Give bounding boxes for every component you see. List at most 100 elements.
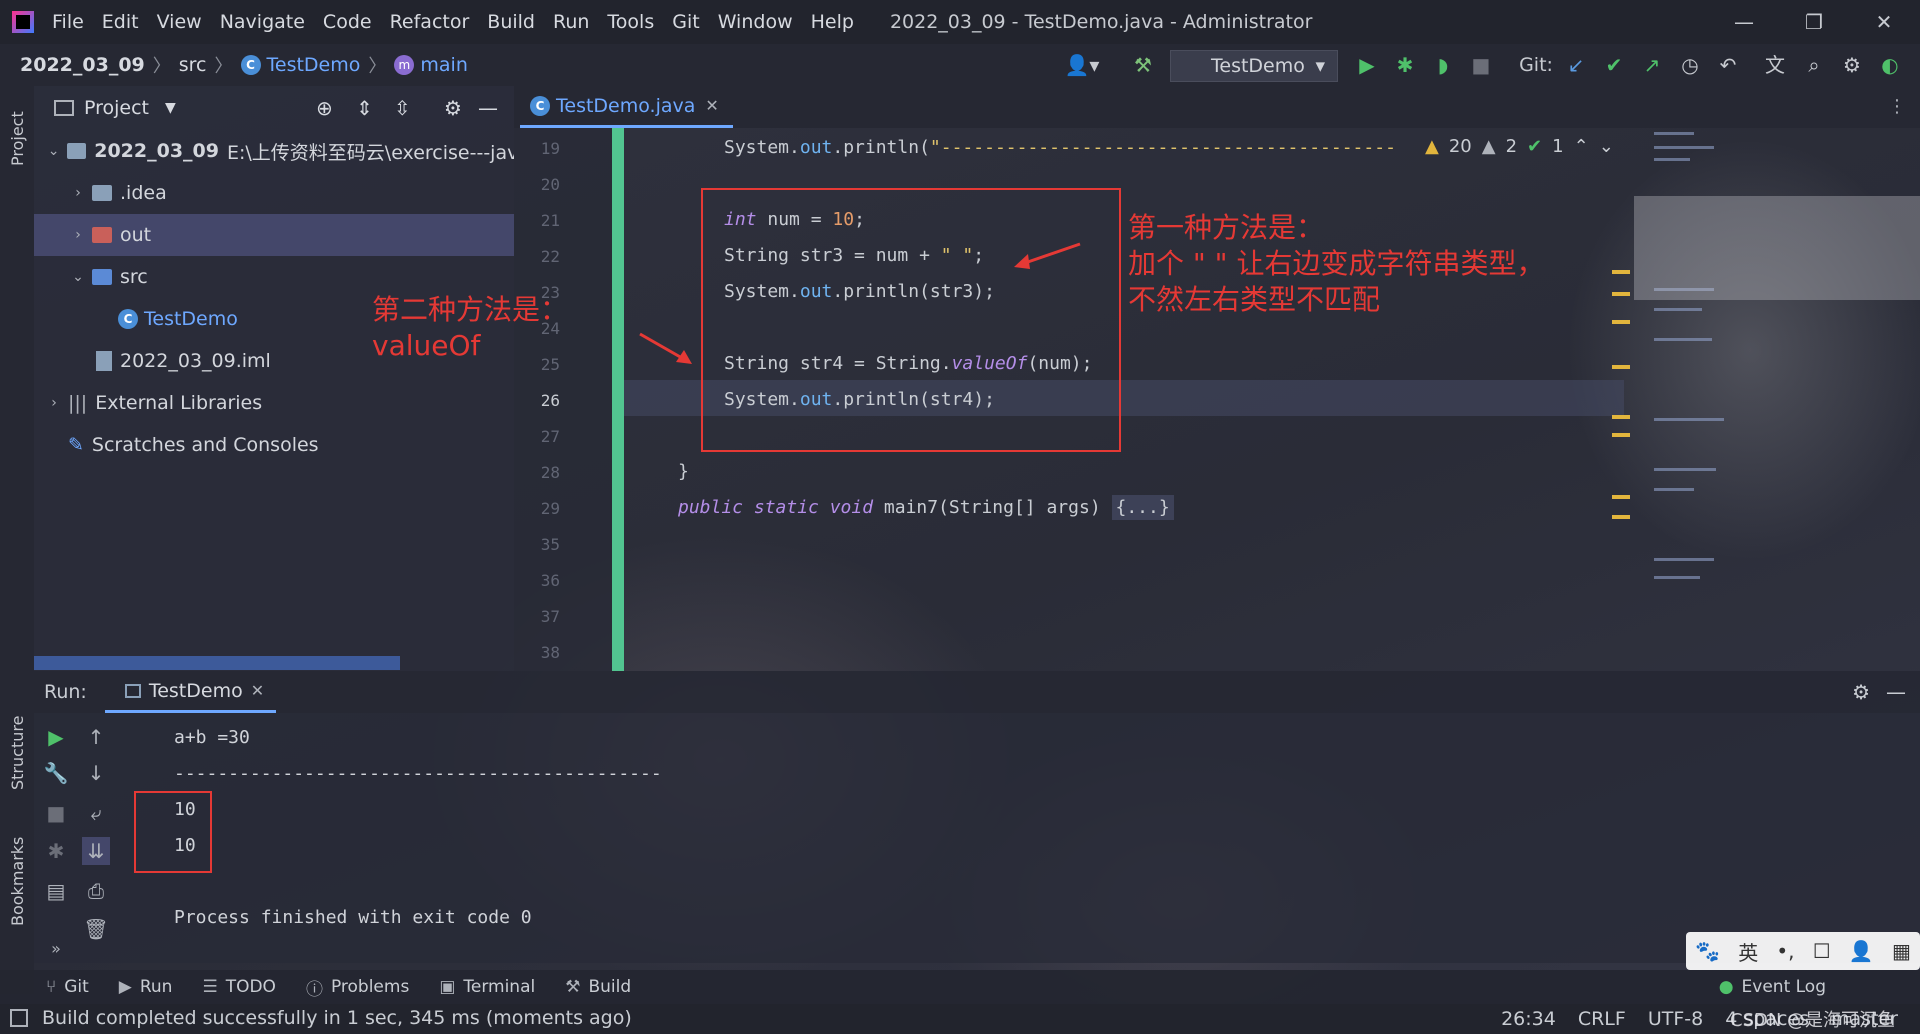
stop-icon[interactable]: ■: [1466, 50, 1496, 80]
more-options-icon[interactable]: ⋮: [1888, 96, 1906, 117]
warning-stripe-marker[interactable]: [1612, 415, 1630, 419]
bookmarks-tool-button[interactable]: Bookmarks: [8, 837, 27, 926]
menu-window[interactable]: Window: [718, 11, 793, 33]
locate-file-icon[interactable]: ⊕: [316, 96, 333, 120]
history-icon[interactable]: ◷: [1676, 50, 1704, 80]
breadcrumb-method[interactable]: main: [420, 54, 467, 76]
minimize-button[interactable]: —: [1730, 8, 1758, 36]
caret-position[interactable]: 26:34: [1501, 1008, 1556, 1030]
scroll-up-icon[interactable]: ↑: [82, 723, 110, 751]
warning-stripe-marker[interactable]: [1612, 270, 1630, 274]
tab-testdemo-java[interactable]: C TestDemo.java ✕: [520, 86, 733, 128]
menu-view[interactable]: View: [157, 11, 202, 33]
project-panel-title[interactable]: Project: [84, 97, 149, 119]
collapse-all-icon[interactable]: ⇳: [394, 96, 411, 120]
menu-edit[interactable]: Edit: [102, 11, 139, 33]
close-tab-icon[interactable]: ✕: [705, 96, 718, 115]
tree-item-external-libraries[interactable]: › ||| External Libraries: [34, 382, 514, 424]
hide-panel-icon[interactable]: —: [478, 96, 498, 120]
scroll-to-end-icon[interactable]: ⇊: [82, 837, 110, 865]
menu-refactor[interactable]: Refactor: [390, 11, 470, 33]
tool-todo[interactable]: ☰ TODO: [202, 977, 276, 997]
tool-build[interactable]: ⚒ Build: [565, 977, 631, 997]
translate-icon[interactable]: 文: [1760, 50, 1790, 80]
hide-run-panel-icon[interactable]: —: [1886, 680, 1906, 704]
tree-item-scratches[interactable]: ✎ Scratches and Consoles: [34, 424, 514, 466]
coverage-icon[interactable]: ◗: [1428, 50, 1458, 80]
code-line-19[interactable]: System.out.println("--------------------…: [724, 137, 1396, 158]
file-encoding[interactable]: UTF-8: [1648, 1008, 1703, 1030]
breadcrumb-class[interactable]: TestDemo: [267, 54, 361, 76]
close-tab-icon[interactable]: ✕: [251, 681, 264, 700]
warning-stripe-marker[interactable]: [1612, 365, 1630, 369]
previous-highlight-icon[interactable]: ⌃: [1574, 136, 1589, 157]
tool-problems[interactable]: ⓘ Problems: [306, 975, 409, 1000]
project-tool-button[interactable]: Project: [8, 111, 27, 166]
menu-help[interactable]: Help: [811, 11, 854, 33]
tree-item-idea[interactable]: › .idea: [34, 172, 514, 214]
next-highlight-icon[interactable]: ⌄: [1599, 136, 1614, 157]
warning-stripe-marker[interactable]: [1612, 320, 1630, 324]
tool-git[interactable]: ⑂ Git: [46, 977, 89, 997]
run-settings-gear-icon[interactable]: ⚙: [1852, 680, 1870, 704]
menu-file[interactable]: File: [52, 11, 84, 33]
layout-icon[interactable]: ▤: [42, 877, 70, 905]
run-tab-testdemo[interactable]: TestDemo ✕: [104, 671, 277, 713]
vcs-change-marker[interactable]: [612, 128, 624, 671]
user-icon[interactable]: 👤▾: [1064, 50, 1100, 80]
warning-stripe-marker[interactable]: [1612, 433, 1630, 437]
code-line-28[interactable]: }: [678, 461, 689, 482]
trash-icon[interactable]: 🗑: [82, 915, 110, 943]
status-panel-icon[interactable]: [10, 1009, 28, 1027]
soft-wrap-icon[interactable]: ⤶: [82, 799, 110, 827]
minimap-viewport[interactable]: [1634, 196, 1920, 300]
menu-code[interactable]: Code: [323, 11, 372, 33]
print-icon[interactable]: ⎙: [82, 877, 110, 905]
breadcrumb-src[interactable]: src: [179, 54, 207, 76]
rerun-icon[interactable]: ▶: [42, 723, 70, 751]
tool-terminal[interactable]: ▣ Terminal: [439, 977, 535, 997]
menu-tools[interactable]: Tools: [607, 11, 654, 33]
search-icon[interactable]: ⌕: [1800, 50, 1828, 80]
run-icon[interactable]: ▶: [1352, 50, 1382, 80]
tool-event-log[interactable]: ● Event Log: [1719, 977, 1826, 997]
rollback-icon[interactable]: ↶: [1714, 50, 1742, 80]
folded-code-region[interactable]: {...}: [1111, 495, 1174, 520]
project-horizontal-scrollbar[interactable]: [34, 656, 400, 670]
close-window-button[interactable]: ✕: [1870, 8, 1898, 36]
code-line-29[interactable]: public static void main7(String[] args) …: [678, 495, 1174, 520]
ime-logo-icon[interactable]: 🐾: [1695, 939, 1720, 963]
plugin-icon[interactable]: ◐: [1876, 50, 1904, 80]
wrench-icon[interactable]: 🔧: [42, 759, 70, 787]
scroll-down-icon[interactable]: ↓: [82, 759, 110, 787]
warning-stripe-marker[interactable]: [1612, 495, 1630, 499]
menu-navigate[interactable]: Navigate: [220, 11, 305, 33]
restore-button[interactable]: ❐: [1800, 8, 1828, 36]
tree-item-out[interactable]: › out: [34, 214, 514, 256]
tree-item-project-root[interactable]: ⌄ 2022_03_09 E:\上传资料至码云\exercise---java-…: [34, 130, 514, 172]
ime-user-icon[interactable]: 👤: [1849, 939, 1874, 963]
menu-build[interactable]: Build: [487, 11, 535, 33]
expand-all-icon[interactable]: ⇕: [356, 96, 373, 120]
line-separator[interactable]: CRLF: [1578, 1008, 1626, 1030]
ime-language-toggle[interactable]: 英: [1738, 937, 1758, 966]
ime-menu-icon[interactable]: ▦: [1892, 939, 1911, 963]
settings-gear-icon[interactable]: ⚙: [1838, 50, 1866, 80]
warning-stripe-marker[interactable]: [1612, 515, 1630, 519]
git-commit-icon[interactable]: ✔: [1600, 50, 1628, 80]
chevron-down-icon[interactable]: ▼: [165, 100, 176, 116]
debug-icon[interactable]: ✱: [42, 837, 70, 865]
inspection-widget[interactable]: ▲ 20 ▲ 2 ✔ 1 ⌃ ⌄: [1425, 136, 1614, 157]
panel-settings-gear-icon[interactable]: ⚙: [444, 96, 462, 120]
debug-icon[interactable]: ✱: [1390, 50, 1420, 80]
ime-keyboard-icon[interactable]: ☐: [1813, 939, 1831, 963]
breadcrumb-project[interactable]: 2022_03_09: [20, 54, 145, 76]
build-hammer-icon[interactable]: ⚒: [1128, 50, 1158, 80]
warning-stripe-marker[interactable]: [1612, 292, 1630, 296]
tool-run[interactable]: ▶ Run: [119, 977, 173, 997]
git-push-icon[interactable]: ↗: [1638, 50, 1666, 80]
git-update-icon[interactable]: ↙: [1562, 50, 1590, 80]
menu-git[interactable]: Git: [672, 11, 699, 33]
menu-run[interactable]: Run: [553, 11, 589, 33]
structure-tool-button[interactable]: Structure: [8, 716, 27, 790]
